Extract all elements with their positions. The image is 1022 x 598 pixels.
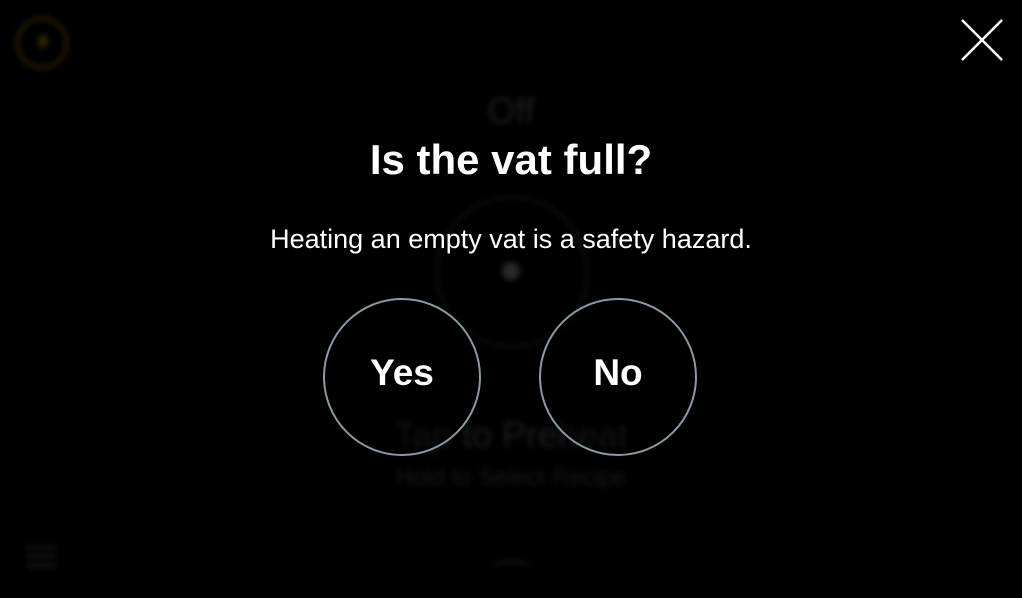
screen: Off Tap to Preheat Hold to Select Recipe… xyxy=(0,0,1022,598)
dialog-message: Heating an empty vat is a safety hazard. xyxy=(270,224,752,254)
chevron-up-icon xyxy=(490,560,532,580)
recipe-hint: Hold to Select Recipe xyxy=(395,464,627,491)
no-button-label: No xyxy=(593,352,643,393)
yes-button[interactable]: Yes xyxy=(323,298,481,456)
no-button[interactable]: No xyxy=(539,298,697,456)
background-screen: Off Tap to Preheat Hold to Select Recipe xyxy=(0,0,1022,598)
dialog-title: Is the vat full? xyxy=(369,136,653,183)
close-button[interactable] xyxy=(960,18,1004,62)
close-icon xyxy=(961,19,1003,61)
preheat-hint: Tap to Preheat xyxy=(393,414,629,455)
list-icon xyxy=(26,546,58,568)
drop-icon xyxy=(16,17,68,69)
vat-state-label: Off xyxy=(487,90,535,131)
dial-indicator-dot xyxy=(502,262,520,280)
yes-button-label: Yes xyxy=(370,352,434,393)
